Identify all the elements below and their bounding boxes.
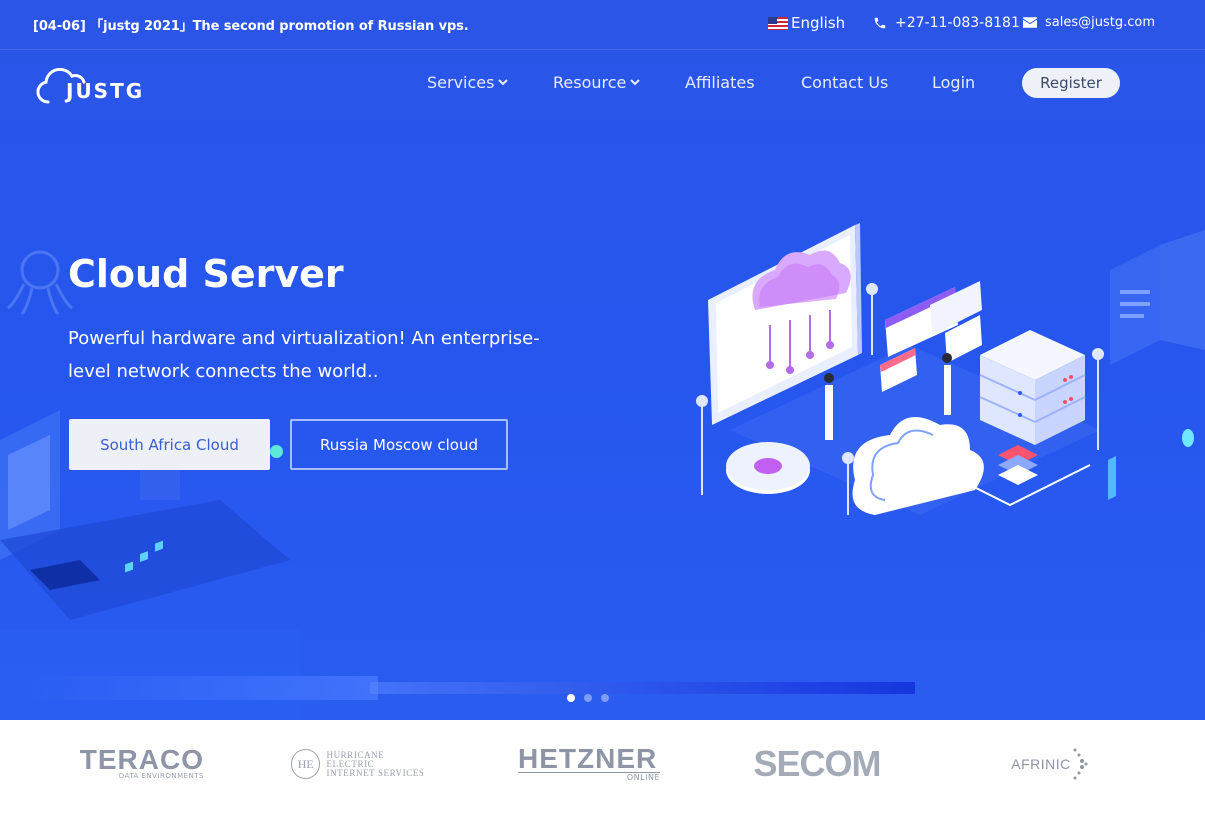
- russia-moscow-cloud-button[interactable]: Russia Moscow cloud: [290, 419, 508, 470]
- nav-services[interactable]: Services: [427, 73, 509, 92]
- hero-subtitle: Powerful hardware and virtualization! An…: [68, 328, 540, 382]
- partner-secom[interactable]: SECOM: [752, 743, 882, 784]
- hetzner-name: HETZNER: [518, 743, 658, 774]
- announcement-link[interactable]: [04-06] 「justg 2021」The second promotion…: [33, 15, 469, 34]
- partner-hetzner[interactable]: HETZNER ONLINE: [518, 744, 660, 784]
- he-line1: HURRICANE ELECTRIC: [326, 749, 385, 769]
- south-africa-cloud-button[interactable]: South Africa Cloud: [69, 419, 270, 470]
- afrinic-dots-icon: [1073, 748, 1088, 780]
- nav-contact-us[interactable]: Contact Us: [801, 73, 888, 92]
- email-address: sales@justg.com: [1045, 15, 1155, 30]
- carousel-dot-1[interactable]: [567, 694, 575, 702]
- hetzner-tagline: ONLINE: [518, 772, 660, 782]
- top-info-bar: [04-06] 「justg 2021」The second promotion…: [0, 0, 1205, 50]
- language-label: English: [791, 14, 846, 32]
- carousel-dot-3[interactable]: [601, 694, 609, 702]
- decorative-glow-bar: [20, 676, 378, 700]
- partner-hurricane-electric[interactable]: HE HURRICANE ELECTRIC INTERNET SERVICES: [291, 744, 433, 784]
- phone-number: +27-11-083-8181: [895, 15, 1020, 31]
- secom-name: SECOM: [753, 743, 881, 784]
- hero-title: Cloud Server: [68, 252, 344, 296]
- decorative-dot: [270, 445, 283, 458]
- register-button[interactable]: Register: [1022, 68, 1120, 98]
- nav-services-label: Services: [427, 73, 495, 92]
- partner-logos: TERACO DATA ENVIRONMENTS HE HURRICANE EL…: [0, 720, 1205, 834]
- he-mark: HE: [291, 749, 321, 779]
- teraco-tagline: DATA ENVIRONMENTS: [118, 772, 204, 780]
- decorative-glow-bar: [370, 682, 915, 694]
- afrinic-name: AFRINIC: [1011, 756, 1071, 772]
- us-flag-icon: [768, 16, 788, 30]
- teraco-name: TERACO: [79, 744, 204, 775]
- language-selector[interactable]: English: [768, 14, 845, 32]
- he-text: HURRICANE ELECTRIC INTERNET SERVICES: [326, 749, 433, 778]
- nav-affiliates[interactable]: Affiliates: [685, 73, 755, 92]
- email-contact[interactable]: sales@justg.com: [1023, 15, 1155, 30]
- partner-teraco[interactable]: TERACO DATA ENVIRONMENTS: [62, 744, 204, 784]
- hero-banner: [04-06] 「justg 2021」The second promotion…: [0, 0, 1205, 720]
- decorative-isometric-left: [0, 250, 300, 720]
- nav-resource-label: Resource: [553, 73, 627, 92]
- chevron-down-icon: [630, 79, 641, 86]
- phone-contact[interactable]: +27-11-083-8181: [873, 15, 1020, 31]
- nav-login[interactable]: Login: [932, 73, 975, 92]
- he-line2: INTERNET SERVICES: [326, 767, 425, 778]
- phone-icon: [874, 17, 886, 29]
- nav-resource[interactable]: Resource: [553, 73, 641, 92]
- carousel-indicators: [567, 694, 609, 702]
- chevron-down-icon: [498, 79, 509, 86]
- carousel-dot-2[interactable]: [584, 694, 592, 702]
- cloud-server-illustration: [696, 223, 1104, 515]
- mail-icon: [1023, 17, 1037, 28]
- partner-afrinic[interactable]: AFRINIC: [1000, 744, 1100, 784]
